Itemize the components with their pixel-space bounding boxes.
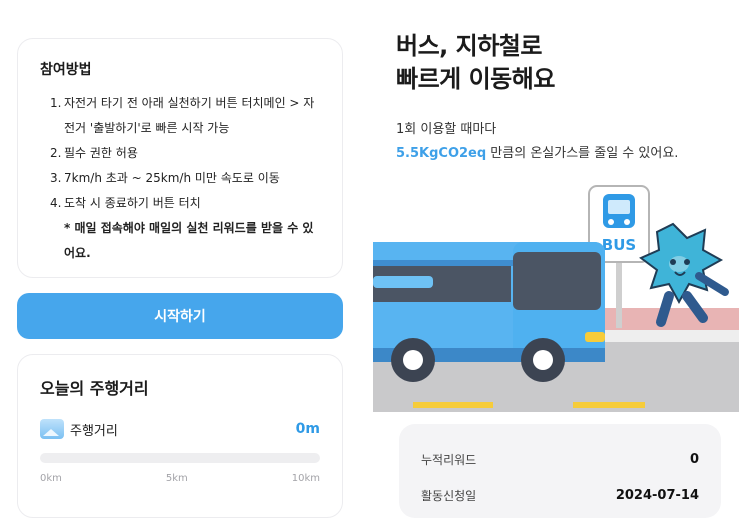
step-number: 2. (50, 146, 62, 160)
curb (601, 330, 739, 342)
left-panel: 참여방법 1. 자전거 타기 전 아래 실천하기 버튼 터치메인 > 자전거 '… (0, 0, 360, 523)
step-item: 4. 도착 시 종료하기 버튼 터치 (40, 191, 320, 216)
bus-windshield (513, 252, 601, 310)
step-item: 1. 자전거 타기 전 아래 실천하기 버튼 터치메인 > 자전거 '출발하기'… (40, 91, 320, 141)
date-value: 2024-07-14 (615, 487, 699, 503)
step-text: 자전거 타기 전 아래 실천하기 버튼 터치메인 > 자전거 '출발하기'로 빠… (64, 96, 315, 135)
promo-subtext-1: 1회 이용할 때마다 (396, 122, 497, 137)
step-text: 도착 시 종료하기 버튼 터치 (64, 196, 201, 210)
daily-note: * 매일 접속해야 매일의 실천 리워드를 받을 수 있어요. (64, 221, 314, 260)
step-number: 1. (50, 96, 62, 110)
bus-stop-illustration: BUS (373, 185, 739, 412)
co2-highlight: 5.5KgCO2eq (396, 146, 487, 161)
distance-row: 주행거리 0m (40, 417, 320, 441)
date-label: 활동신청일 (421, 488, 477, 503)
bus-headlight (585, 332, 605, 342)
mascot-character (639, 222, 729, 327)
bus-sign-text: BUS (602, 236, 636, 254)
start-button[interactable]: 시작하기 (17, 293, 343, 339)
promo-subtext-rest: 만큼의 온실가스를 줄일 수 있어요. (486, 146, 679, 161)
right-panel: 버스, 지하철로 빠르게 이동해요 1회 이용할 때마다 5.5KgCO2eq … (360, 0, 739, 523)
step-item: 2. 필수 권한 허용 (40, 141, 320, 166)
date-row: 활동신청일 2024-07-14 (421, 480, 699, 510)
step-number: 4. (50, 196, 62, 210)
step-text: 7km/h 초과 ~ 25km/h 미만 속도로 이동 (64, 171, 280, 185)
tick-label: 10km (291, 473, 320, 484)
lane-marking (413, 402, 493, 408)
road-icon (40, 419, 64, 439)
tick-label: 0km (40, 473, 62, 484)
step-text: 필수 권한 허용 (64, 146, 138, 160)
distance-value: 0m (295, 421, 320, 437)
promo-subtext-2: 5.5KgCO2eq 만큼의 온실가스를 줄일 수 있어요. (396, 142, 678, 161)
participation-card: 참여방법 1. 자전거 타기 전 아래 실천하기 버튼 터치메인 > 자전거 '… (17, 38, 343, 278)
reward-row: 누적리워드 0 (421, 444, 699, 474)
reward-label: 누적리워드 (421, 452, 477, 467)
headline-line1: 버스, 지하철로 (396, 32, 542, 60)
reward-value: 0 (689, 451, 699, 467)
distance-ticks: 0km 5km 10km (40, 473, 320, 484)
step-number: 3. (50, 171, 62, 185)
headline-line2: 빠르게 이동해요 (396, 65, 555, 93)
sign-pole (616, 260, 622, 328)
lane-marking (573, 402, 645, 408)
distance-progress-bar (40, 453, 320, 463)
distance-label: 주행거리 (70, 423, 118, 439)
distance-title: 오늘의 주행거리 (40, 379, 149, 398)
participation-title: 참여방법 (40, 62, 92, 78)
promo-headline: 버스, 지하철로 빠르게 이동해요 (396, 30, 555, 96)
tick-label: 5km (165, 473, 188, 484)
step-item: 3. 7km/h 초과 ~ 25km/h 미만 속도로 이동 (40, 166, 320, 191)
summary-card: 누적리워드 0 활동신청일 2024-07-14 (399, 424, 721, 518)
distance-card: 오늘의 주행거리 주행거리 0m 0km 5km 10km (17, 354, 343, 518)
